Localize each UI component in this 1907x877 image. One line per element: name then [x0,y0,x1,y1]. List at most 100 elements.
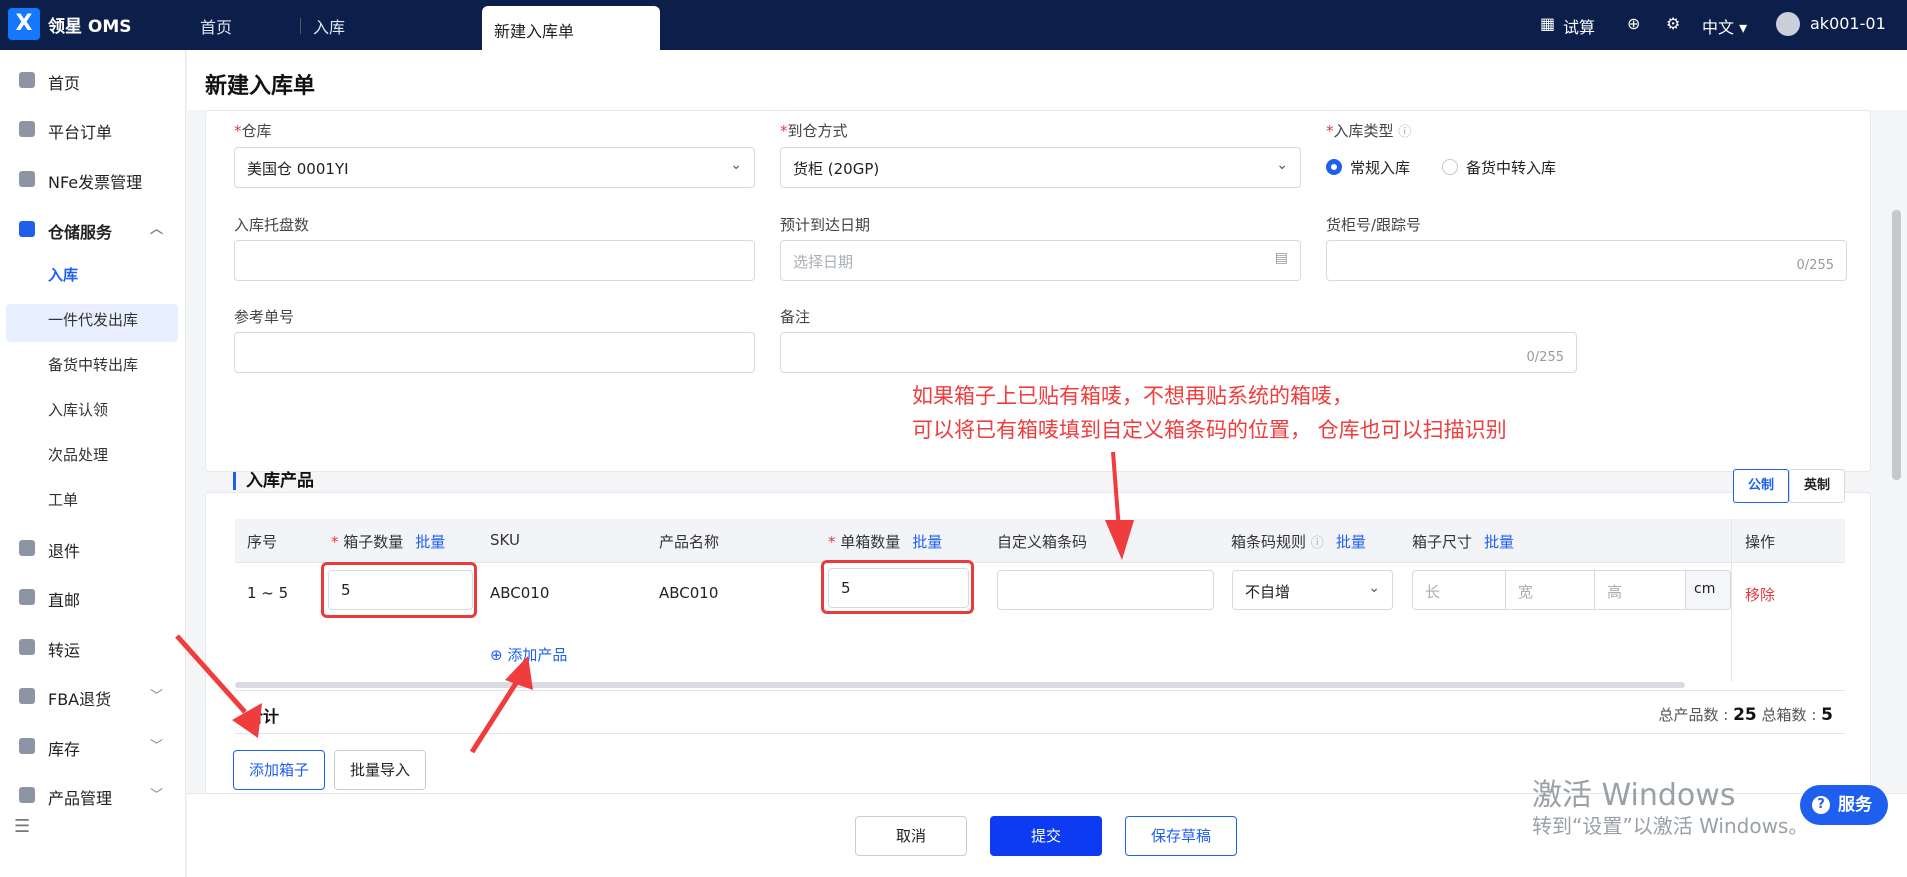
height-input[interactable]: 高 [1594,570,1686,610]
code-rule-select[interactable]: 不自增 ⌄ [1232,570,1393,610]
sidebar-item-fba-returns[interactable]: FBA退货 ﹀ [0,681,186,711]
cancel-button[interactable]: 取消 [855,816,967,856]
col-box-qty: * 箱子数量 批量 [331,533,446,551]
brand-name: 领星 OMS [48,17,132,37]
sidebar-sub-inbound[interactable]: 入库 [48,264,78,285]
inbound-type-label: *入库类型 ⓘ [1326,122,1412,140]
col-per-box: * 单箱数量 批量 [828,533,943,551]
language-select[interactable]: 中文 ▾ [1702,14,1747,38]
batch-import-button[interactable]: 批量导入 [334,750,426,790]
radio-transfer[interactable] [1442,159,1458,175]
sidebar-item-label: FBA退货 [48,690,112,709]
invoice-icon [19,171,35,187]
question-icon: ? [1812,796,1830,814]
add-box-button[interactable]: 添加箱子 [233,750,325,790]
remark-label: 备注 [780,308,811,326]
annotation-line-1: 如果箱子上已贴有箱唛，不想再贴系统的箱唛， [912,384,1353,408]
length-input[interactable]: 长 [1412,570,1506,610]
eta-date-picker[interactable]: 选择日期 ▤ [780,240,1301,281]
height-placeholder: 高 [1607,583,1623,601]
arrival-label: *到仓方式 [780,122,848,140]
unit-metric-button[interactable]: 公制 [1733,469,1789,503]
sidebar-sub-workorder[interactable]: 工单 [48,489,78,510]
sidebar-item-inventory[interactable]: 库存 ﹀ [0,731,186,761]
sidebar-sub-dropship[interactable]: 一件代发出库 [48,309,138,330]
batch-per-box-link[interactable]: 批量 [912,533,942,551]
col-product-name: 产品名称 [659,533,720,551]
trial-label[interactable]: 试算 [1563,14,1595,38]
sidebar-sub-defective[interactable]: 次品处理 [48,444,108,465]
add-product-link[interactable]: ⊕ 添加产品 [490,644,567,665]
title-bar: 新建入库单 [187,50,1907,110]
container-input[interactable]: 0/255 [1326,240,1847,281]
top-navbar: X 领星 OMS 首页 入库 新建入库单 ▦ 试算 ⊕ ⚙ 中文 ▾ ak001… [0,0,1907,50]
eta-label: 预计到达日期 [780,216,871,234]
warehouse-value: 美国仓 0001YI [247,160,349,178]
transfer-icon [19,639,35,655]
totals: 总产品数 : 25 总箱数 : 5 [1658,704,1833,725]
page-scrollbar[interactable] [1892,210,1901,480]
custom-box-code-input[interactable] [997,570,1214,610]
chevron-down-icon: ⌄ [1368,580,1380,596]
warehouse-label: *仓库 [234,122,272,140]
width-input[interactable]: 宽 [1505,570,1595,610]
batch-box-qty-link[interactable]: 批量 [415,533,445,551]
pallet-label: 入库托盘数 [234,216,310,234]
table-horizontal-scrollbar[interactable] [235,682,1685,688]
radio-transfer-label[interactable]: 备货中转入库 [1466,157,1556,178]
logo-icon: X [8,8,40,40]
sidebar-item-warehouse[interactable]: 仓储服务 ︿ [0,214,186,244]
remove-link[interactable]: 移除 [1745,584,1775,605]
service-button[interactable]: ? 服务 [1800,785,1888,825]
download-icon[interactable]: ⊕ [1627,14,1640,33]
plus-circle-icon: ⊕ [490,646,503,664]
char-counter: 0/255 [1526,350,1564,365]
calculator-icon[interactable]: ▦ [1540,14,1555,33]
radio-regular-label[interactable]: 常规入库 [1350,157,1410,178]
row-sku: ABC010 [490,584,550,602]
settings-icon[interactable]: ⚙ [1666,14,1680,33]
chevron-up-icon: ︿ [150,222,164,237]
arrival-select[interactable]: 货柜 (20GP) ⌄ [780,147,1301,188]
batch-box-size-link[interactable]: 批量 [1484,533,1514,551]
service-label: 服务 [1838,795,1872,815]
sidebar-item-platform-orders[interactable]: 平台订单 [0,114,186,144]
collapse-menu-icon[interactable]: ☰ [14,816,30,837]
sidebar-sub-claim[interactable]: 入库认领 [48,399,108,420]
fba-icon [19,688,35,704]
warehouse-select[interactable]: 美国仓 0001YI ⌄ [234,147,755,188]
row-product-name: ABC010 [659,584,719,602]
reference-input[interactable] [234,332,755,373]
username[interactable]: ak001-01 [1810,14,1886,33]
radio-regular[interactable] [1326,159,1342,175]
sidebar-item-home[interactable]: 首页 [0,65,186,95]
batch-code-rule-link[interactable]: 批量 [1336,533,1366,551]
sidebar-item-transship[interactable]: 转运 [0,632,186,662]
sidebar-item-nfe[interactable]: NFe发票管理 [0,164,186,194]
products-table-header: 序号 * 箱子数量 批量 SKU 产品名称 * 单箱数量 批量 自定义箱条码 箱条码… [235,519,1845,563]
col-box-size: 箱子尺寸 批量 [1412,533,1515,551]
save-draft-button[interactable]: 保存草稿 [1125,816,1237,856]
code-rule-value: 不自增 [1245,583,1291,601]
pallet-input[interactable] [234,240,755,281]
sidebar-item-label: NFe发票管理 [48,173,143,192]
tab-inbound[interactable]: 入库 [313,14,345,38]
tab-home[interactable]: 首页 [200,14,232,38]
highlight-box-qty [321,562,477,618]
product-icon [19,787,35,803]
submit-button[interactable]: 提交 [990,816,1102,856]
total-products-label: 总产品数 : [1658,706,1729,724]
width-placeholder: 宽 [1518,583,1534,601]
unit-imperial-button[interactable]: 英制 [1789,469,1845,503]
sidebar-item-label: 产品管理 [48,789,113,808]
avatar[interactable] [1776,12,1800,36]
tab-new-inbound[interactable]: 新建入库单 [482,6,660,50]
remark-textarea[interactable]: 0/255 [780,332,1577,373]
arrival-value: 货柜 (20GP) [793,160,880,178]
sidebar-item-products[interactable]: 产品管理 ﹀ [0,780,186,810]
total-boxes-label: 总箱数 : [1761,706,1817,724]
sidebar-item-direct-mail[interactable]: 直邮 [0,582,186,612]
sidebar-item-returns[interactable]: 退件 [0,533,186,563]
sidebar-sub-transfer-out[interactable]: 备货中转出库 [48,354,138,375]
total-products-value: 25 [1733,705,1757,725]
